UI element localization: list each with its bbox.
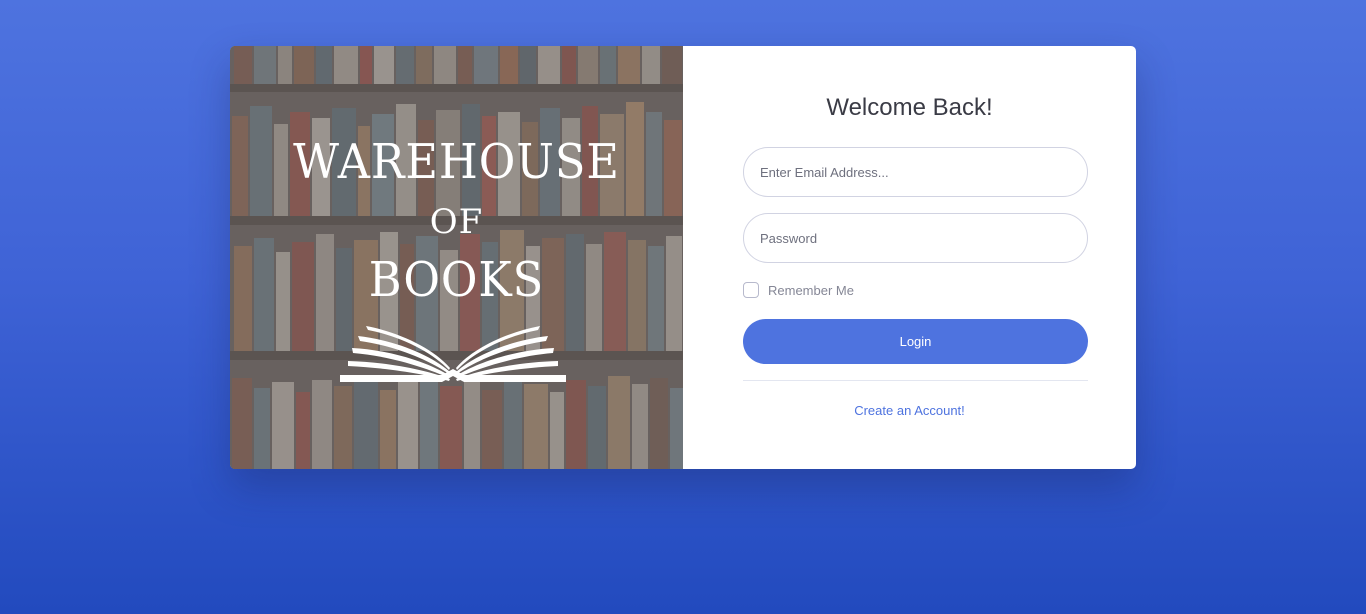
email-input[interactable] (743, 147, 1088, 197)
welcome-heading: Welcome Back! (826, 94, 993, 121)
bookshelf-image: WAREHOUSE OF BOOKS (230, 46, 683, 469)
open-book-icon (340, 326, 566, 382)
login-card: WAREHOUSE OF BOOKS Welcome Back! Enter E… (230, 46, 1136, 469)
remember-me-checkbox[interactable] (743, 282, 759, 298)
remember-me-control[interactable]: Remember Me (743, 282, 854, 298)
password-input[interactable] (743, 213, 1088, 263)
form-divider (743, 380, 1088, 381)
create-account-link[interactable]: Create an Account! (683, 403, 1136, 418)
brand-logo: WAREHOUSE OF BOOKS (230, 46, 683, 469)
brand-line-warehouse: WAREHOUSE (293, 134, 620, 190)
remember-me-label: Remember Me (768, 282, 854, 298)
brand-line-of: OF (429, 202, 484, 242)
login-button[interactable]: Login (743, 319, 1088, 364)
login-form-panel: Welcome Back! Remember Me Login Create a… (683, 46, 1136, 469)
brand-line-books: BOOKS (368, 252, 545, 308)
